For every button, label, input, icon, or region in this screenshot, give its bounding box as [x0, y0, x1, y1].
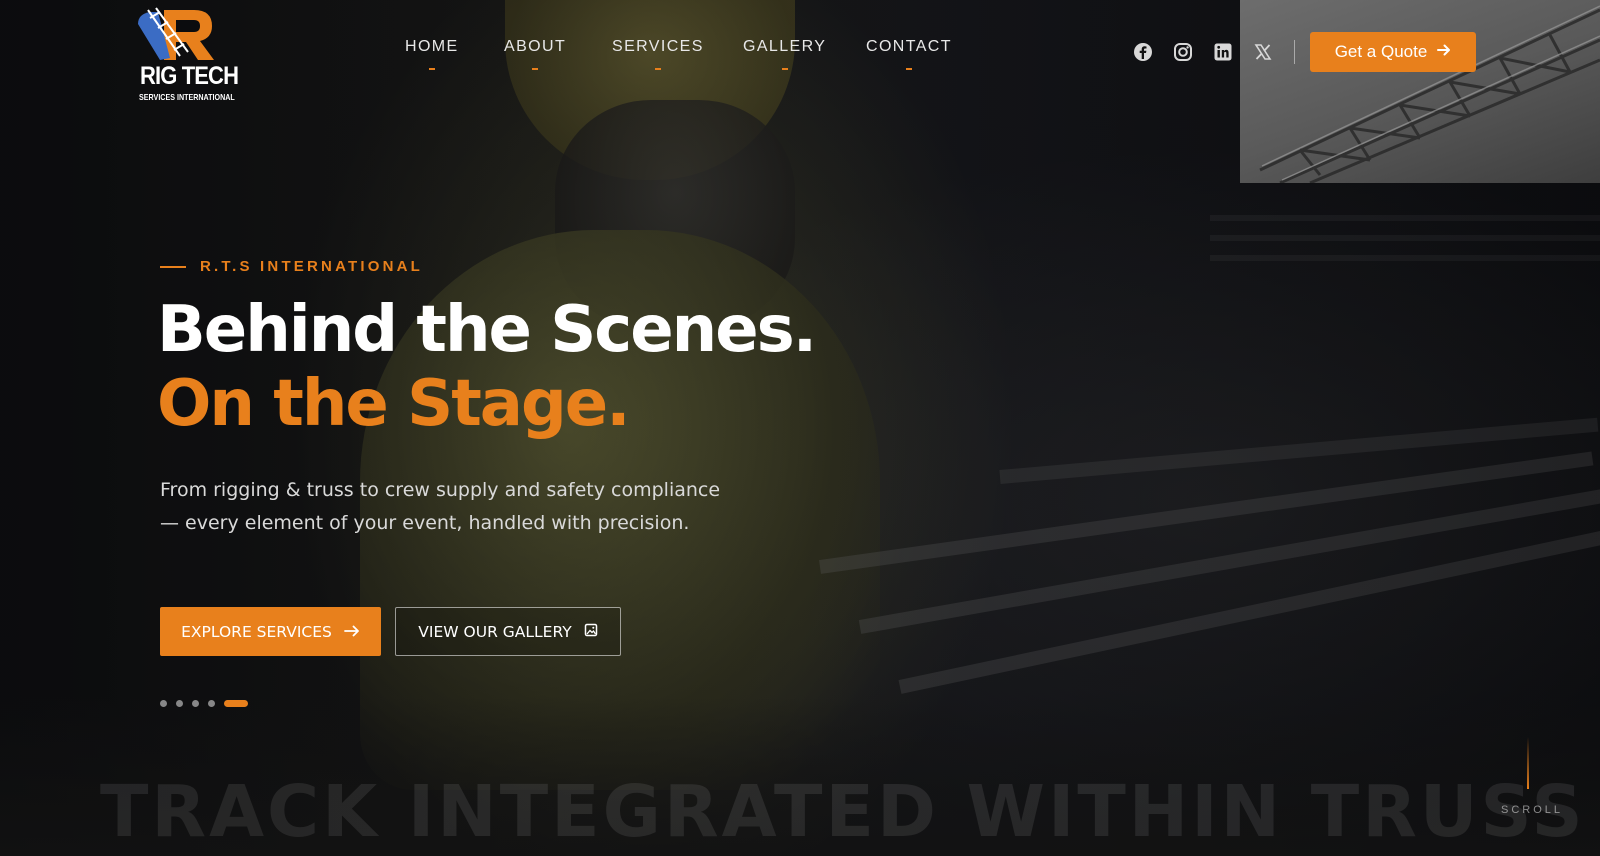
nav-item-label: HOME [405, 38, 459, 55]
truss-drawing [1259, 5, 1600, 183]
image-icon [584, 623, 598, 641]
nav-item-gallery[interactable]: GALLERY [743, 38, 827, 70]
linkedin-icon[interactable] [1212, 41, 1234, 63]
nav-item-indicator [654, 68, 661, 70]
slider-dots [160, 700, 248, 707]
arrow-right-icon [343, 623, 360, 641]
logo-mark-icon [138, 7, 214, 60]
hero-title-line-2: On the Stage. [157, 367, 630, 441]
nav-item-indicator [781, 68, 788, 70]
nav-item-label: ABOUT [504, 38, 567, 55]
brand-logo[interactable]: RIG TECH SERVICES INTERNATIONAL [136, 6, 239, 104]
brand-subtitle: SERVICES INTERNATIONAL [139, 92, 235, 102]
header-divider [1294, 40, 1295, 64]
scroll-indicator-line [1527, 737, 1529, 789]
instagram-icon[interactable] [1172, 41, 1194, 63]
view-gallery-label: VIEW OUR GALLERY [418, 622, 572, 641]
slider-dot[interactable] [176, 700, 183, 707]
get-quote-button[interactable]: Get a Quote [1310, 32, 1476, 72]
nav-item-indicator [428, 68, 435, 70]
view-gallery-button[interactable]: VIEW OUR GALLERY [395, 607, 621, 656]
facebook-icon[interactable] [1132, 41, 1154, 63]
truss-photo [1240, 0, 1600, 183]
x-icon[interactable] [1252, 41, 1274, 63]
eyebrow-line [160, 265, 186, 268]
nav-item-indicator [905, 68, 912, 70]
hero-description: From rigging & truss to crew supply and … [160, 479, 721, 534]
get-quote-label: Get a Quote [1334, 42, 1428, 61]
nav-item-contact[interactable]: CONTACT [866, 38, 952, 70]
nav-item-label: GALLERY [743, 38, 827, 55]
brand-name: RIG TECH [140, 62, 239, 90]
explore-services-label: EXPLORE SERVICES [181, 622, 332, 641]
slider-dot[interactable] [192, 700, 199, 707]
scroll-indicator-label[interactable]: SCROLL [1501, 804, 1563, 816]
hero-eyebrow: R.T.S INTERNATIONAL [160, 258, 423, 275]
arrow-right-icon [1437, 42, 1451, 62]
nav-item-label: CONTACT [866, 38, 952, 55]
nav-item-indicator [532, 68, 539, 70]
hero-title-line-1: Behind the Scenes. [157, 293, 817, 367]
nav-item-about[interactable]: ABOUT [504, 38, 567, 70]
slider-dot-active[interactable] [224, 700, 248, 707]
marquee-text: TRACK INTEGRATED WITHIN TRUSS [100, 770, 1586, 853]
nav-item-label: SERVICES [612, 38, 704, 55]
nav-item-services[interactable]: SERVICES [612, 38, 704, 70]
explore-services-button[interactable]: EXPLORE SERVICES [160, 607, 381, 656]
nav-item-home[interactable]: HOME [405, 38, 459, 70]
slider-dot[interactable] [160, 700, 167, 707]
eyebrow-text: R.T.S INTERNATIONAL [200, 258, 424, 275]
slider-dot[interactable] [208, 700, 215, 707]
